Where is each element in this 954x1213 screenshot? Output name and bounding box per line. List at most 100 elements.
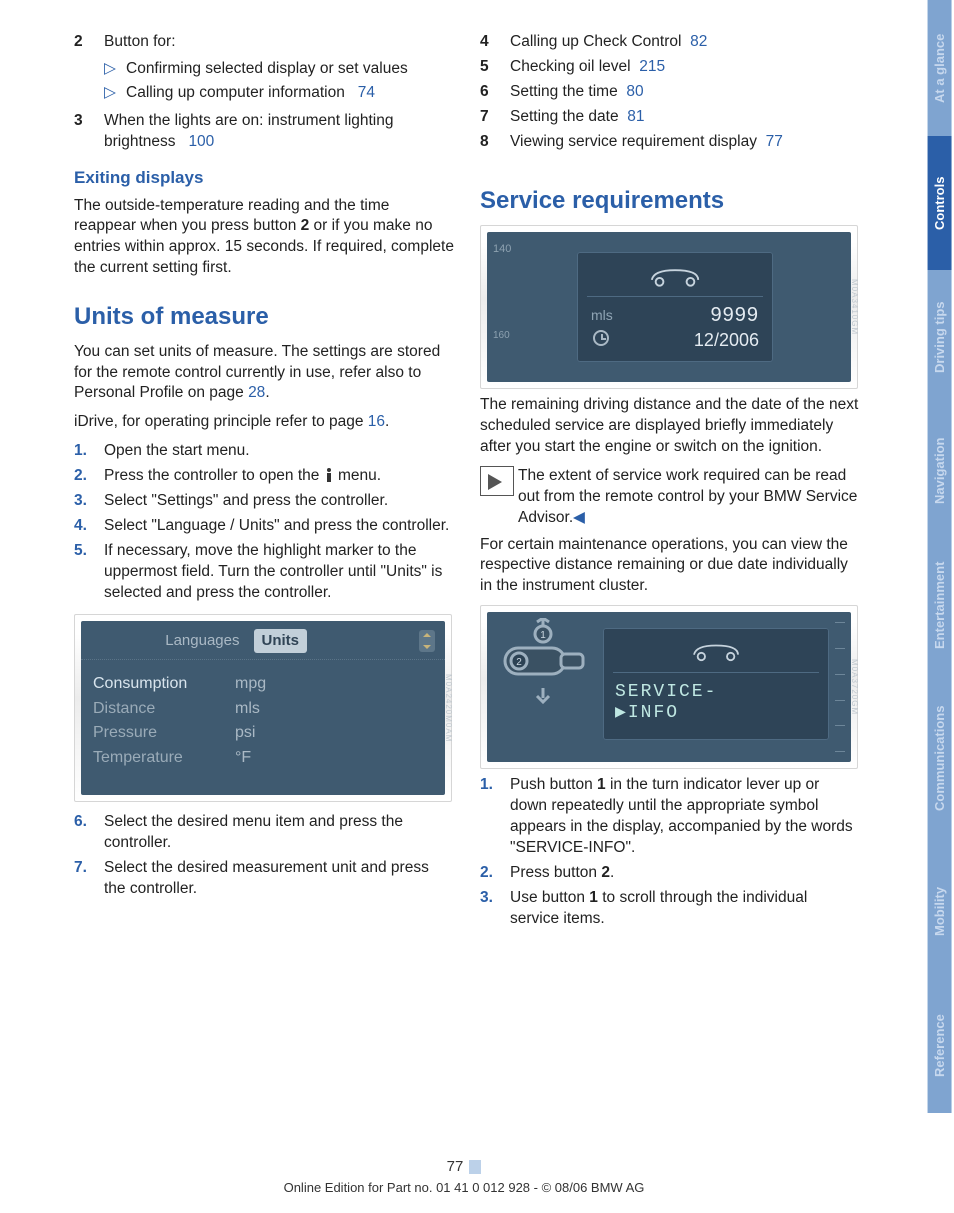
step-item: 2. Press button 2. <box>480 863 860 884</box>
cluster-panel: 140 160 mls 9999 12/2006 <box>487 232 851 382</box>
tab-languages: Languages <box>157 629 247 653</box>
image-code-label: M0A2420M0AM <box>439 625 453 792</box>
units-row: Pressure psi <box>93 722 433 744</box>
page-ref-link[interactable]: 28 <box>248 384 265 401</box>
row-key: Consumption <box>93 673 221 695</box>
paragraph: The remaining driving distance and the d… <box>480 395 860 458</box>
item-text: Checking oil level <box>510 58 631 75</box>
tab-communications[interactable]: Communications <box>928 672 952 844</box>
item-text: Calling up Check Control <box>510 33 681 50</box>
item-body: Button for: ▷ Confirming selected displa… <box>104 32 408 107</box>
divider <box>613 672 819 673</box>
note-icon <box>480 466 514 496</box>
item-body: Setting the time 80 <box>510 82 644 103</box>
list-controls-left: 2 Button for: ▷ Confirming selected disp… <box>74 32 454 153</box>
tab-reference[interactable]: Reference <box>928 978 952 1113</box>
list-item: 6 Setting the time 80 <box>480 82 860 103</box>
step-text: Open the start menu. <box>104 441 250 462</box>
t: Press button <box>510 864 601 881</box>
line: SERVICE- <box>615 682 717 702</box>
list-item: 2 Button for: ▷ Confirming selected disp… <box>74 32 454 107</box>
car-icon <box>688 640 744 662</box>
page-number: 77 <box>447 1157 464 1177</box>
page-marker-icon <box>469 1160 481 1174</box>
tab-entertainment[interactable]: Entertainment <box>928 538 952 672</box>
step-text: Select the desired measurement unit and … <box>104 858 454 900</box>
step-text: Select "Settings" and press the controll… <box>104 491 388 512</box>
page-ref-link[interactable]: 82 <box>690 33 707 50</box>
item-number: 6 <box>480 82 500 103</box>
tab-mobility[interactable]: Mobility <box>928 844 952 978</box>
divider <box>587 296 763 297</box>
step-item: 7.Select the desired measurement unit an… <box>74 858 454 900</box>
bullet-text: Confirming selected display or set value… <box>126 59 408 80</box>
right-column: 4Calling up Check Control 82 5Checking o… <box>480 28 860 940</box>
idrive-panel: Languages Units Consumption mpg Distance… <box>81 621 445 796</box>
page-ref-link[interactable]: 16 <box>368 413 385 430</box>
page-ref-link[interactable]: 81 <box>627 108 644 125</box>
item-label: Button for: <box>104 33 176 50</box>
step-number: 2. <box>480 863 500 884</box>
turn-lever-icon: 2 1 <box>495 618 585 708</box>
step-text: Press button 2. <box>510 863 614 884</box>
item-body: When the lights are on: instrument light… <box>104 111 454 153</box>
list-item: 3 When the lights are on: instrument lig… <box>74 111 454 153</box>
gauge-tick: 140 <box>493 242 511 257</box>
cursor-icon: ▶ <box>615 703 628 723</box>
step-number: 3. <box>74 491 94 512</box>
gauge-tick: 160 <box>493 329 510 343</box>
tab-at-a-glance[interactable]: At a glance <box>928 0 952 136</box>
step-number: 4. <box>74 516 94 537</box>
paragraph: The outside-temperature reading and the … <box>74 196 454 280</box>
step-text: Use button 1 to scroll through the indiv… <box>510 888 860 930</box>
service-info-box: SERVICE- ▶INFO <box>603 628 829 740</box>
list-item: 7Setting the date 81 <box>480 107 860 128</box>
row-value: psi <box>235 722 255 744</box>
date-value: 12/2006 <box>694 328 759 352</box>
image-code-label: M0A3410GM <box>845 236 859 378</box>
unit-label: mls <box>591 306 613 325</box>
service-box: mls 9999 12/2006 <box>577 252 773 362</box>
item-text: Viewing service requirement display <box>510 133 757 150</box>
step-number: 3. <box>480 888 500 930</box>
triangle-bullet-icon: ▷ <box>104 83 118 104</box>
tab-navigation[interactable]: Navigation <box>928 404 952 538</box>
tab-units-selected: Units <box>254 629 308 653</box>
row-key: Distance <box>93 698 221 720</box>
scroll-indicator-icon <box>419 630 435 652</box>
step-item: 6.Select the desired menu item and press… <box>74 812 454 854</box>
item-number: 8 <box>480 132 500 153</box>
t: Push button <box>510 776 597 793</box>
page-ref-link[interactable]: 80 <box>626 83 643 100</box>
tab-driving-tips[interactable]: Driving tips <box>928 270 952 404</box>
cluster-panel: 2 1 SERVIC <box>487 612 851 762</box>
bullet-text: Calling up computer information 74 <box>126 83 375 104</box>
step-number: 6. <box>74 812 94 854</box>
row-key: Pressure <box>93 722 221 744</box>
step-text: If necessary, move the highlight marker … <box>104 541 454 604</box>
text: . <box>265 384 269 401</box>
step-item: 3. Use button 1 to scroll through the in… <box>480 888 860 930</box>
bold-ref: 1 <box>597 776 606 793</box>
clock-icon <box>593 330 609 346</box>
page-number-row: 77 <box>0 1157 928 1177</box>
item-body: Viewing service requirement display 77 <box>510 132 783 153</box>
units-tabs: Languages Units <box>81 621 445 660</box>
step-number: 1. <box>74 441 94 462</box>
step-item: 1. Open the start menu. <box>74 441 454 462</box>
footer-line: Online Edition for Part no. 01 41 0 012 … <box>0 1179 928 1197</box>
service-info-screenshot: 2 1 SERVIC <box>480 605 858 769</box>
note-block: The extent of service work required can … <box>480 466 860 529</box>
step-item: 1. Push button 1 in the turn indicator l… <box>480 775 860 859</box>
gauge-scale <box>835 622 845 752</box>
page-ref-link[interactable]: 215 <box>639 58 665 75</box>
left-column: 2 Button for: ▷ Confirming selected disp… <box>74 28 454 940</box>
page-ref-link[interactable]: 74 <box>358 84 375 101</box>
tab-controls[interactable]: Controls <box>928 136 952 270</box>
units-row: Consumption mpg <box>93 673 433 695</box>
page-ref-link[interactable]: 77 <box>766 133 783 150</box>
page-ref-link[interactable]: 100 <box>188 133 214 150</box>
info-icon <box>324 468 334 482</box>
item-number: 4 <box>480 32 500 53</box>
row-key: Temperature <box>93 747 221 769</box>
